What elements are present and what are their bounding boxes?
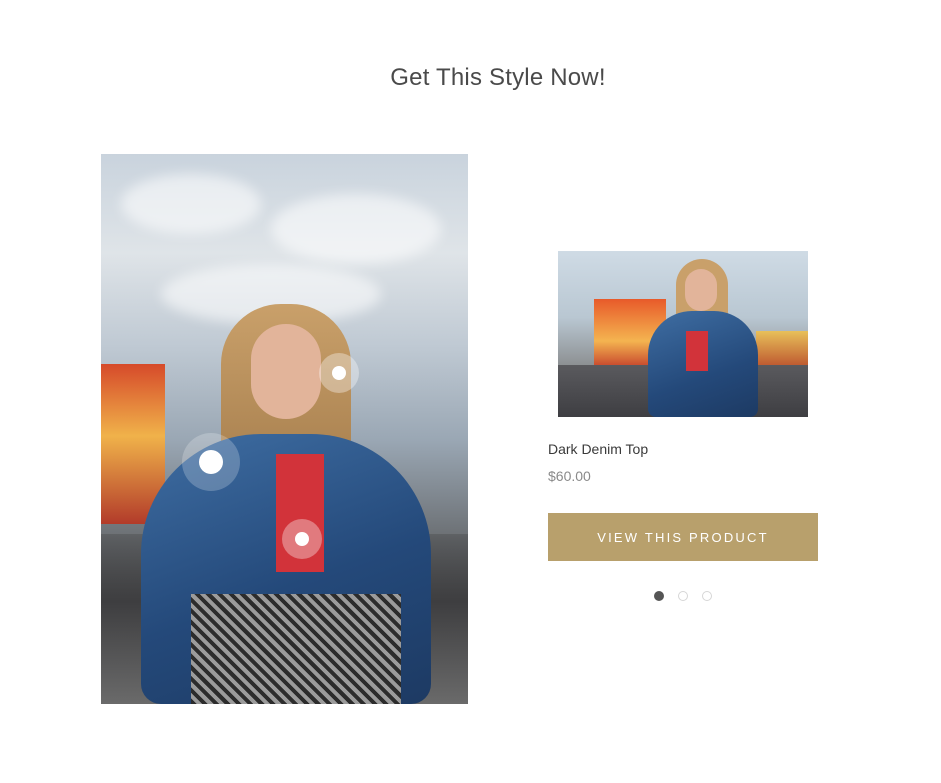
view-product-button[interactable]: VIEW THIS PRODUCT bbox=[548, 513, 818, 561]
red-top bbox=[686, 331, 708, 371]
product-thumbnail[interactable] bbox=[558, 251, 808, 417]
carousel-pager bbox=[654, 591, 712, 601]
product-name[interactable]: Dark Denim Top bbox=[548, 441, 648, 457]
hotspot-jacket[interactable] bbox=[182, 433, 240, 491]
plaid-skirt bbox=[191, 594, 401, 704]
page-title: Get This Style Now! bbox=[390, 64, 606, 92]
hotspot-sunglasses[interactable] bbox=[319, 353, 359, 393]
hotspot-dot bbox=[199, 450, 223, 474]
lifestyle-image bbox=[101, 154, 468, 704]
pager-dot-1[interactable] bbox=[654, 591, 664, 601]
hotspot-dot bbox=[332, 366, 346, 380]
product-price: $60.00 bbox=[548, 468, 591, 484]
model-face bbox=[685, 269, 717, 311]
hotspot-top[interactable] bbox=[282, 519, 322, 559]
pager-dot-2[interactable] bbox=[678, 591, 688, 601]
model-face bbox=[251, 324, 321, 419]
hotspot-dot bbox=[295, 532, 309, 546]
pager-dot-3[interactable] bbox=[702, 591, 712, 601]
